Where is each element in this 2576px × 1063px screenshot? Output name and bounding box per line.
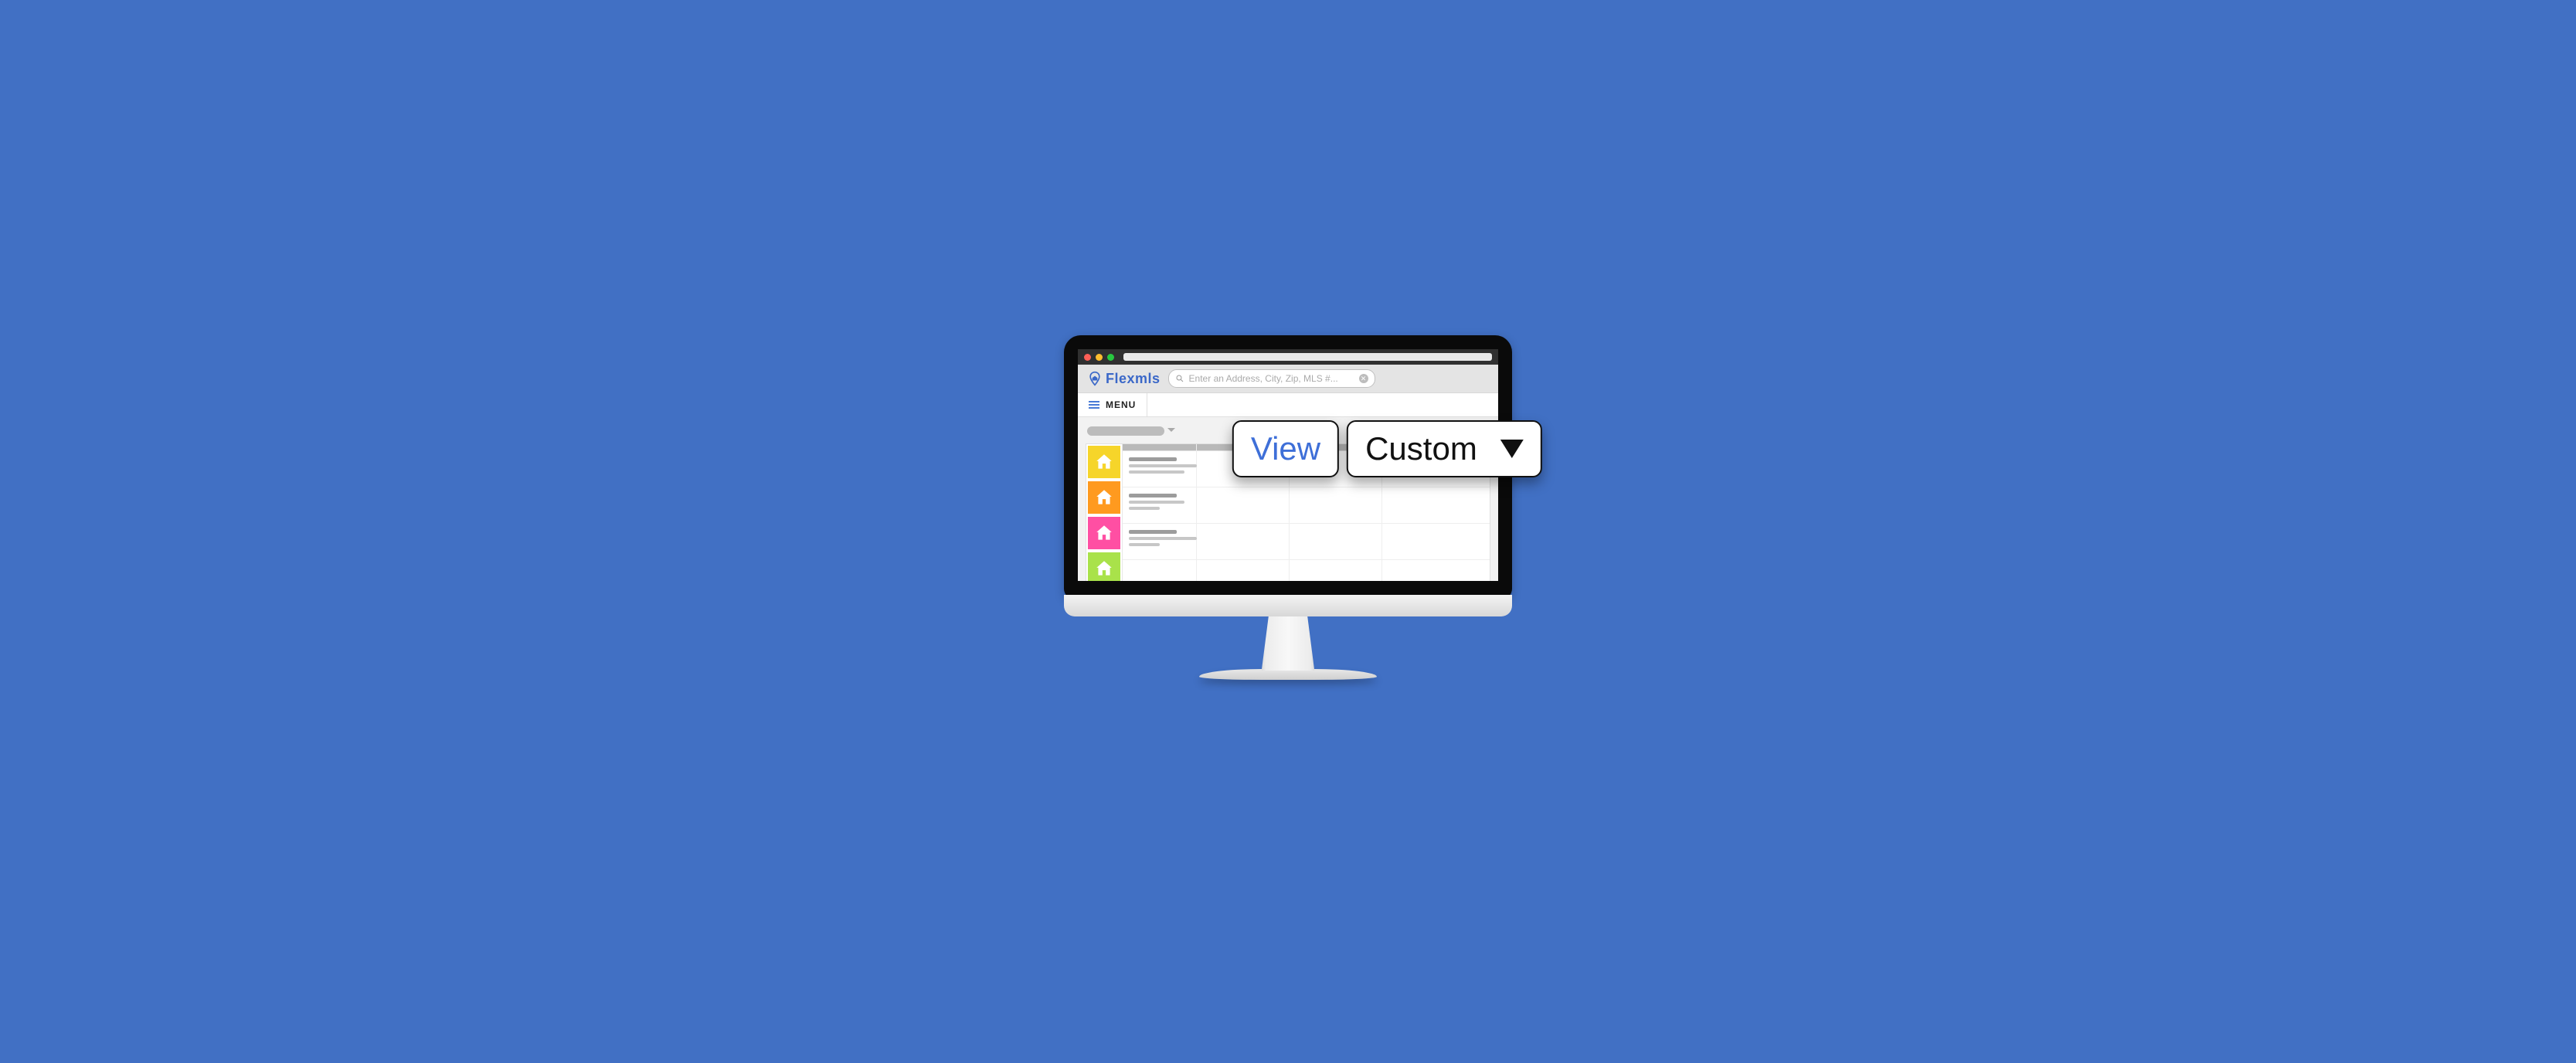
window-titlebar xyxy=(1078,349,1498,365)
list-item[interactable] xyxy=(1123,560,1490,581)
view-selector-callout: View Custom xyxy=(1232,420,1542,477)
monitor-illustration: Flexmls Enter an Address, City, Zip, MLS… xyxy=(1064,335,1512,680)
listing-thumbnail[interactable] xyxy=(1088,481,1120,514)
monitor-base xyxy=(1199,669,1377,680)
search-input[interactable]: Enter an Address, City, Zip, MLS #... ✕ xyxy=(1168,369,1375,388)
chevron-down-icon xyxy=(1500,440,1524,458)
listing-thumbnail[interactable] xyxy=(1088,446,1120,478)
brand-name: Flexmls xyxy=(1106,371,1161,387)
search-icon xyxy=(1175,374,1184,383)
view-label: View xyxy=(1251,430,1320,467)
list-item[interactable] xyxy=(1123,487,1490,524)
app-header: Flexmls Enter an Address, City, Zip, MLS… xyxy=(1078,365,1498,393)
logo-pin-icon xyxy=(1087,371,1103,386)
menu-bar: MENU xyxy=(1078,393,1498,417)
brand-logo[interactable]: Flexmls xyxy=(1087,371,1161,387)
panel-dropdown[interactable] xyxy=(1087,426,1164,436)
window-close-icon[interactable] xyxy=(1084,354,1091,361)
stage: Flexmls Enter an Address, City, Zip, MLS… xyxy=(644,266,1932,797)
thumbnail-column xyxy=(1086,444,1122,581)
browser-url-bar[interactable] xyxy=(1123,353,1492,361)
listing-thumbnail[interactable] xyxy=(1088,552,1120,581)
window-maximize-icon[interactable] xyxy=(1107,354,1114,361)
view-selected-value: Custom xyxy=(1365,430,1477,467)
clear-search-icon[interactable]: ✕ xyxy=(1359,374,1368,383)
monitor-neck xyxy=(1253,616,1323,671)
view-dropdown[interactable]: Custom xyxy=(1347,420,1542,477)
menu-button[interactable]: MENU xyxy=(1078,393,1147,416)
monitor-chin xyxy=(1064,595,1512,616)
window-minimize-icon[interactable] xyxy=(1096,354,1103,361)
hamburger-icon xyxy=(1089,401,1099,409)
view-label-card: View xyxy=(1232,420,1339,477)
list-item[interactable] xyxy=(1123,524,1490,560)
listing-thumbnail[interactable] xyxy=(1088,517,1120,549)
search-placeholder: Enter an Address, City, Zip, MLS #... xyxy=(1189,373,1354,384)
menu-label: MENU xyxy=(1106,399,1136,410)
